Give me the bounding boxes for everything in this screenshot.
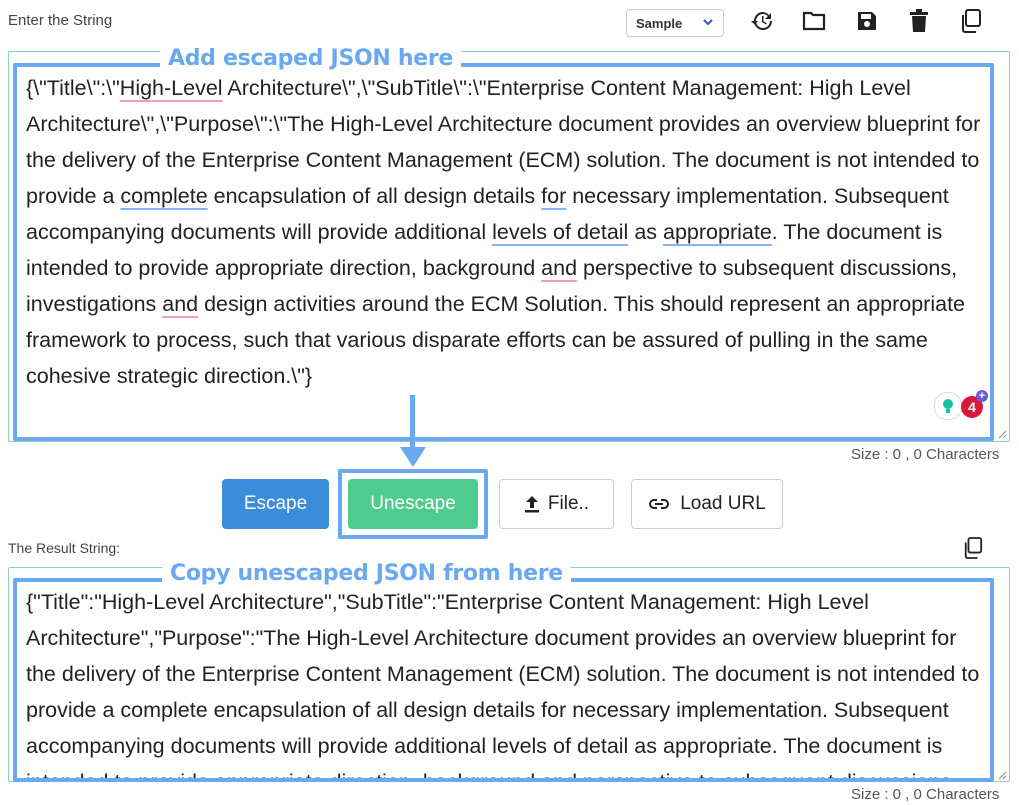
- arrow-down-icon: [400, 395, 426, 467]
- load-url-button[interactable]: Load URL: [631, 479, 783, 529]
- result-label: The Result String:: [8, 540, 121, 556]
- file-button-label: File..: [547, 493, 590, 514]
- sample-select[interactable]: Sample: [626, 9, 724, 37]
- unescape-button[interactable]: Unescape: [348, 479, 478, 529]
- trash-icon[interactable]: [906, 8, 932, 34]
- input-annotation-label: Add escaped JSON here: [160, 46, 462, 71]
- input-text: {\"Title\":\"High-Level Architecture\",\…: [26, 76, 981, 388]
- result-text-viewport: {"Title":"High-Level Architecture","SubT…: [16, 584, 991, 778]
- input-size: Size : 0 , 0 Characters: [851, 446, 1000, 463]
- copy-icon[interactable]: [958, 8, 984, 34]
- result-text: {"Title":"High-Level Architecture","SubT…: [26, 590, 980, 778]
- plus-icon: +: [976, 390, 988, 402]
- input-label: Enter the String: [8, 12, 113, 29]
- file-button[interactable]: File..: [499, 479, 614, 529]
- lightbulb-icon: [943, 399, 953, 413]
- result-size: Size : 0 , 0 Characters: [851, 786, 1000, 803]
- history-icon[interactable]: [749, 8, 775, 34]
- grammarly-badge[interactable]: [934, 392, 962, 420]
- copy-icon[interactable]: [960, 535, 986, 561]
- save-icon[interactable]: [854, 8, 880, 34]
- load-url-button-label: Load URL: [680, 493, 766, 514]
- escape-button[interactable]: Escape: [222, 479, 329, 529]
- chevron-down-icon: [703, 19, 713, 26]
- folder-icon[interactable]: [801, 8, 827, 34]
- link-icon: [649, 499, 670, 509]
- sample-select-value: Sample: [636, 16, 683, 31]
- resize-grip-icon[interactable]: [997, 429, 1007, 439]
- result-annotation-label: Copy unescaped JSON from here: [162, 561, 571, 586]
- upload-icon: [524, 496, 539, 513]
- resize-grip-icon[interactable]: [997, 770, 1007, 780]
